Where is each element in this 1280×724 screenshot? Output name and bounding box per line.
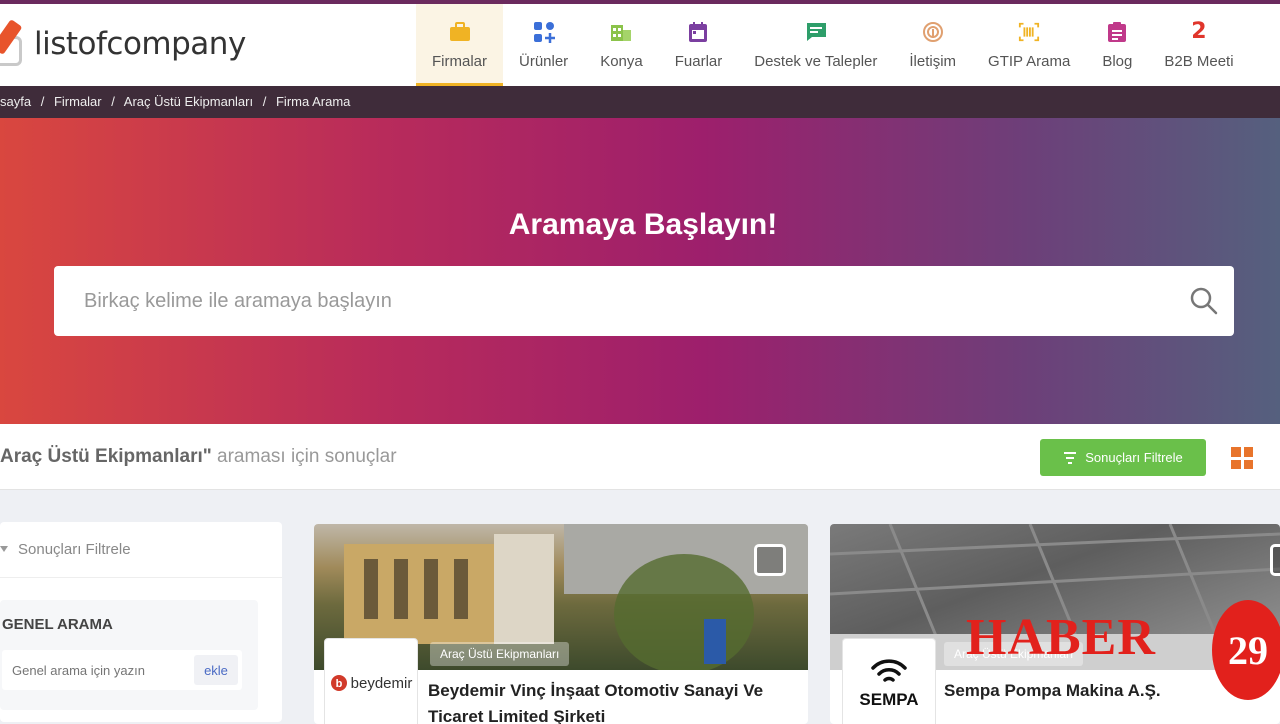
filter-button-label: Sonuçları Filtrele (1085, 450, 1183, 465)
building-icon (610, 21, 632, 43)
logo-wordmark: beydemir (350, 674, 413, 692)
site-header: listofcompany Firmalar Ürünler Konya Fua… (0, 4, 1280, 86)
hero-search-section: Aramaya Başlayın! (0, 118, 1280, 424)
search-icon[interactable] (1174, 266, 1234, 336)
results-query: Araç Üstü Ekipmanları" (0, 446, 212, 467)
results-bar: Araç Üstü Ekipmanları" araması için sonu… (0, 424, 1280, 490)
nav-item-gtip[interactable]: GTIP Arama (972, 4, 1086, 86)
company-logo: SEMPA (842, 638, 936, 724)
chat-icon (805, 21, 827, 43)
nav-label: Fuarlar (674, 52, 723, 70)
select-checkbox[interactable] (1270, 544, 1280, 576)
hero-search-input[interactable] (54, 266, 1174, 336)
nav-label: Firmalar (432, 52, 487, 70)
general-search-field: ekle (2, 650, 242, 690)
brand-name: listofcompany (34, 26, 246, 62)
grid-plus-icon (533, 21, 555, 43)
results-suffix: araması için sonuçlar (211, 446, 397, 467)
company-logo: b beydemir (324, 638, 418, 724)
breadcrumb-category[interactable]: Araç Üstü Ekipmanları (124, 94, 253, 109)
watermark-text: HABER (966, 609, 1156, 666)
hero-title: Aramaya Başlayın! (508, 208, 778, 241)
nav-item-urunler[interactable]: Ürünler (503, 4, 584, 86)
add-button[interactable]: ekle (194, 655, 238, 685)
nav-item-destek[interactable]: Destek ve Talepler (738, 4, 893, 86)
nav-label: Destek ve Talepler (754, 52, 878, 70)
breadcrumb: sayfa / Firmalar / Araç Üstü Ekipmanları… (0, 86, 1280, 118)
logo-mark-icon (0, 16, 26, 72)
nav-item-firmalar[interactable]: Firmalar (416, 4, 503, 86)
hero-search-box (54, 266, 1234, 336)
nav-label: İletişim (909, 52, 957, 70)
general-search-input[interactable] (2, 650, 194, 690)
results-summary: Araç Üstü Ekipmanları" araması için sonu… (0, 446, 397, 468)
wifi-logo-icon (871, 659, 907, 682)
nav-item-blog[interactable]: Blog (1086, 4, 1148, 86)
nav-label: Blog (1102, 52, 1133, 70)
nav-label: Konya (600, 52, 643, 70)
briefcase-icon (449, 21, 471, 43)
sidebar-header[interactable]: Sonuçları Filtrele (0, 522, 282, 578)
main-nav: Firmalar Ürünler Konya Fuarlar Destek ve… (416, 4, 1250, 86)
nav-item-konya[interactable]: Konya (584, 4, 659, 86)
sidebar-header-label: Sonuçları Filtrele (18, 541, 131, 558)
nav-item-b2b[interactable]: 2 B2B Meeti (1148, 4, 1249, 86)
nav-label: GTIP Arama (988, 52, 1071, 70)
filter-sidebar: Sonuçları Filtrele GENEL ARAMA ekle (0, 522, 282, 722)
fingerprint-icon (922, 21, 944, 43)
filter-icon (0, 545, 8, 552)
beydemir-logo-icon: b (330, 675, 347, 691)
select-checkbox[interactable] (754, 544, 786, 576)
brand-logo[interactable]: listofcompany (0, 14, 246, 74)
general-search-title: GENEL ARAMA (2, 616, 113, 633)
calendar-icon (687, 21, 709, 43)
general-search-panel: GENEL ARAMA ekle (0, 600, 258, 710)
filter-results-button[interactable]: Sonuçları Filtrele (1040, 439, 1206, 476)
breadcrumb-separator: / (40, 94, 45, 109)
category-tag[interactable]: Araç Üstü Ekipmanları (430, 642, 570, 666)
nav-item-iletisim[interactable]: İletişim (893, 4, 972, 86)
grid-view-icon[interactable] (1231, 447, 1253, 469)
filter-icon (1064, 451, 1077, 464)
clipboard-icon (1106, 21, 1128, 43)
company-card[interactable]: Araç Üstü Ekipmanları b beydemir Beydemi… (314, 524, 808, 724)
watermark-number: 29 (1212, 600, 1280, 700)
nav-label: B2B Meeti (1164, 52, 1234, 70)
breadcrumb-home[interactable]: sayfa (0, 94, 31, 109)
barcode-icon (1018, 21, 1040, 43)
nav-item-fuarlar[interactable]: Fuarlar (659, 4, 739, 86)
logo-wordmark: SEMPA (859, 690, 919, 709)
company-title[interactable]: Beydemir Vinç İnşaat Otomotiv Sanayi Ve … (428, 678, 788, 724)
svg-text:b: b (335, 678, 342, 690)
breadcrumb-firmalar[interactable]: Firmalar (54, 94, 102, 109)
breadcrumb-separator: / (262, 94, 267, 109)
haber29-watermark: HABER 29 (966, 600, 1280, 720)
b2b-icon: 2 (1191, 19, 1207, 44)
nav-label: Ürünler (519, 52, 569, 70)
breadcrumb-separator: / (111, 94, 115, 109)
breadcrumb-current: Firma Arama (275, 94, 351, 109)
